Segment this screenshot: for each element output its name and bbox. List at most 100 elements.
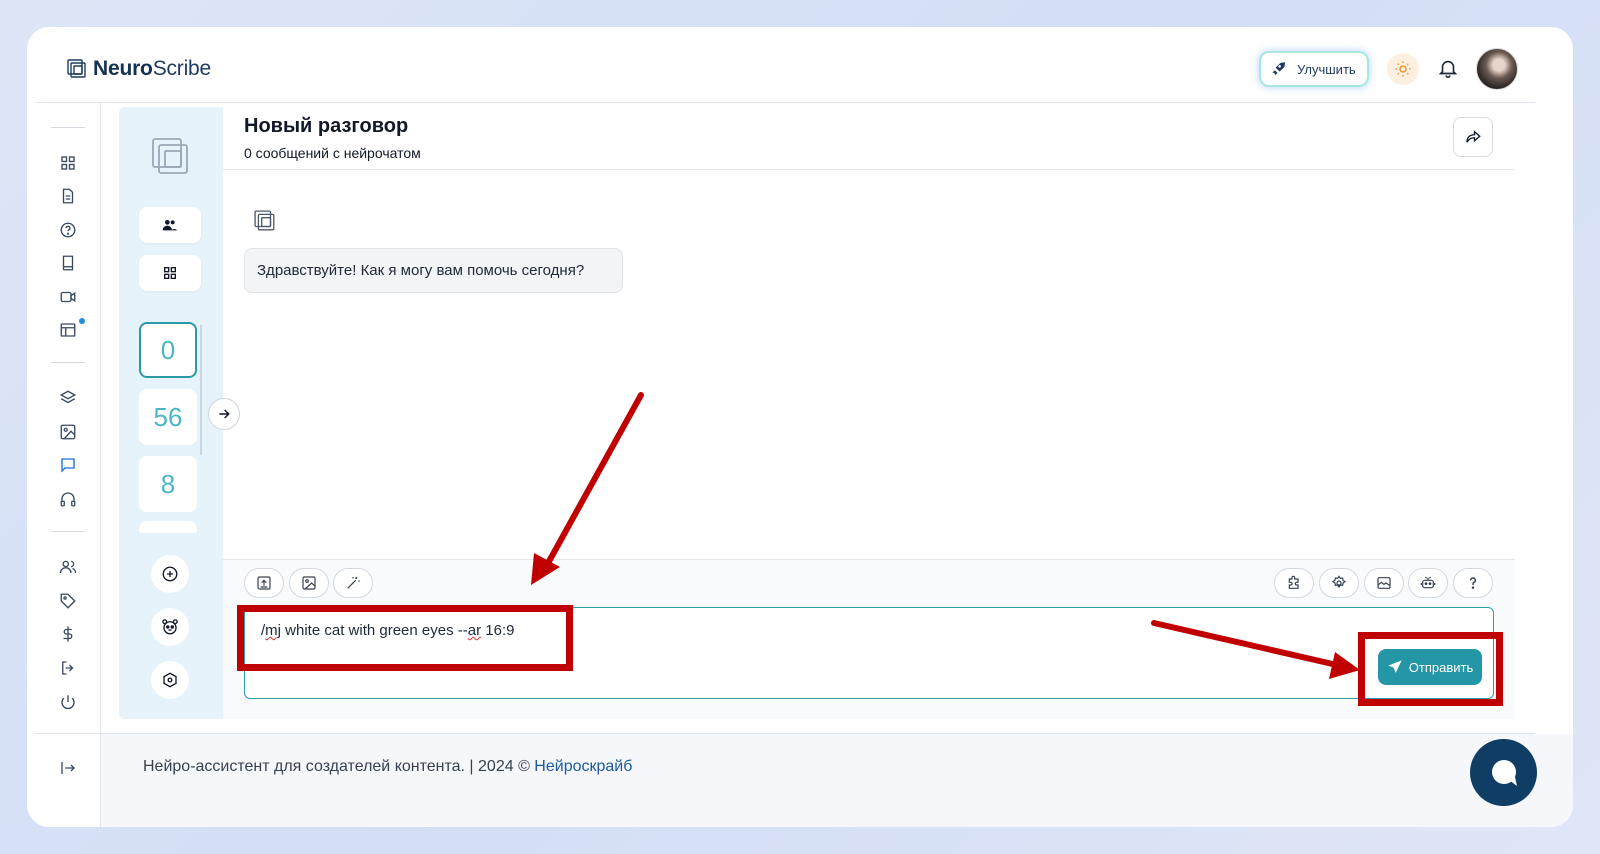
chat-counter-partial[interactable] (139, 521, 197, 533)
headphones-icon (60, 492, 76, 507)
tag-icon (60, 593, 76, 609)
book-icon (62, 255, 74, 271)
grid-icon (164, 267, 176, 279)
chat-header-divider (223, 169, 1515, 170)
image-gen-button[interactable] (1364, 568, 1404, 598)
chat-settings-button[interactable] (151, 661, 189, 699)
bot-avatar (254, 210, 276, 232)
chat-title: Новый разговор (244, 115, 409, 137)
image-icon (302, 576, 316, 590)
nav-table[interactable] (59, 321, 77, 339)
footer-area (101, 734, 1573, 827)
upgrade-label: Улучшить (1297, 61, 1356, 77)
support-chat-button[interactable] (1470, 739, 1537, 806)
power-icon (61, 695, 75, 710)
app-window: NeuroScribe Улучшить 0 56 8 Новый разгов… (27, 27, 1573, 827)
image-icon (60, 424, 76, 440)
rail-divider (51, 531, 85, 532)
bot-mode-button[interactable] (151, 608, 189, 646)
logo-icon (67, 59, 86, 78)
users-icon (59, 560, 77, 574)
robot-icon (1420, 576, 1436, 589)
expand-sidebar-button[interactable] (208, 398, 240, 430)
annotation-box-send (1358, 632, 1503, 706)
help-button[interactable] (1453, 568, 1493, 598)
assistants-button[interactable] (139, 207, 201, 243)
nav-power[interactable] (59, 693, 77, 711)
logo[interactable]: NeuroScribe (67, 57, 211, 81)
video-icon (60, 291, 76, 303)
magic-wand-icon (347, 577, 360, 589)
footer-text: Нейро-ассистент для создателей контента.… (143, 758, 632, 776)
notifications-button[interactable] (1437, 57, 1461, 81)
header-divider (35, 102, 1535, 103)
gear-icon (1331, 575, 1347, 589)
picture-icon (1377, 577, 1391, 589)
panda-icon (162, 619, 178, 635)
chat-counter[interactable]: 8 (139, 456, 197, 512)
footer-link[interactable]: Нейроскрайб (534, 758, 632, 775)
attach-image-button[interactable] (289, 568, 329, 598)
logo-icon (254, 210, 275, 231)
annotation-box-input (237, 605, 573, 671)
chat-icon (61, 458, 75, 473)
share-button[interactable] (1453, 117, 1493, 157)
sun-icon (1395, 61, 1411, 77)
collapse-rail-button[interactable] (59, 759, 77, 777)
nav-users[interactable] (59, 558, 77, 576)
grid-icon (61, 156, 75, 170)
rail-divider (51, 362, 85, 363)
chat-sidebar-logo (151, 137, 191, 177)
bell-icon (1438, 60, 1458, 78)
nav-chat[interactable] (59, 456, 77, 474)
rocket-icon (1272, 62, 1285, 75)
arrow-right-icon (219, 409, 230, 419)
rail-divider (51, 127, 85, 128)
upgrade-button[interactable]: Улучшить (1261, 53, 1367, 85)
nav-library[interactable] (59, 254, 77, 272)
nav-documents[interactable] (59, 187, 77, 205)
upload-icon (257, 576, 271, 590)
hexagon-settings-icon (163, 672, 177, 688)
bot-button[interactable] (1408, 568, 1448, 598)
nav-tags[interactable] (59, 592, 77, 610)
footer-caption: Нейро-ассистент для создателей контента.… (143, 758, 535, 775)
logout-icon (62, 661, 74, 675)
chat-bubble-icon (1491, 759, 1517, 786)
user-avatar[interactable] (1476, 48, 1518, 90)
layers-icon (59, 390, 77, 404)
templates-button[interactable] (139, 255, 201, 291)
document-icon (62, 188, 74, 204)
dollar-icon (63, 626, 73, 642)
sidebar-scrollbar[interactable] (200, 325, 202, 455)
settings-button[interactable] (1319, 568, 1359, 598)
magic-enhance-button[interactable] (333, 568, 373, 598)
chat-message-count: 0 сообщений с нейрочатом (244, 145, 421, 161)
share-icon (1466, 130, 1481, 143)
theme-toggle[interactable] (1387, 53, 1419, 85)
nav-help[interactable] (59, 221, 77, 239)
plugins-button[interactable] (1274, 568, 1314, 598)
logo-icon (152, 138, 188, 174)
nav-layers[interactable] (59, 389, 77, 407)
nav-dashboard[interactable] (59, 154, 77, 172)
users-icon (162, 220, 178, 231)
new-indicator-dot (79, 318, 85, 324)
nav-images[interactable] (59, 423, 77, 441)
nav-exit[interactable] (59, 659, 77, 677)
question-icon (1469, 577, 1477, 589)
chat-counter[interactable]: 0 (139, 322, 197, 378)
collapse-right-icon (61, 762, 75, 774)
nav-billing[interactable] (59, 625, 77, 643)
table-icon (60, 323, 76, 337)
question-circle-icon (60, 222, 76, 238)
logo-text: NeuroScribe (93, 57, 212, 80)
chat-counter[interactable]: 56 (139, 389, 197, 445)
nav-video[interactable] (59, 288, 77, 306)
plus-circle-icon (162, 566, 178, 582)
nav-audio[interactable] (59, 490, 77, 508)
puzzle-icon (1288, 575, 1299, 589)
left-nav-rail (27, 103, 101, 827)
upload-file-button[interactable] (244, 568, 284, 598)
new-chat-button[interactable] (151, 555, 189, 593)
